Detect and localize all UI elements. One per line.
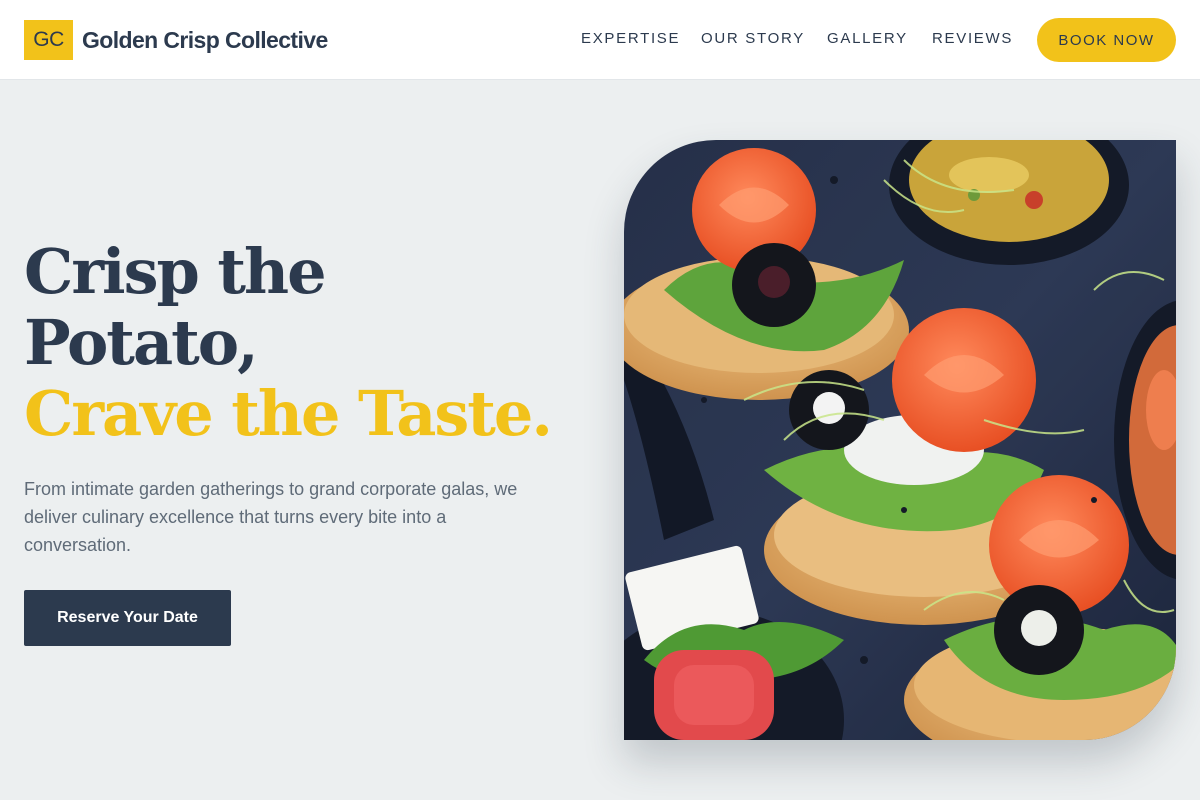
- hero-title-accent: Crave the Taste.: [24, 377, 553, 450]
- hero-food-photo: [624, 140, 1176, 740]
- nav-link-our-story[interactable]: OUR STORY: [701, 30, 805, 48]
- brand-name: Golden Crisp Collective: [82, 26, 328, 53]
- brand[interactable]: GC Golden Crisp Collective: [24, 20, 328, 60]
- hero-title-line-2: Potato,: [24, 306, 259, 379]
- hero-title-line-1: Crisp the: [24, 235, 327, 308]
- top-navbar: GC Golden Crisp Collective EXPERTISE OUR…: [0, 0, 1200, 80]
- nav-link-gallery[interactable]: GALLERY: [827, 30, 908, 48]
- nav-link-reviews[interactable]: REVIEWS: [932, 30, 1013, 48]
- reserve-your-date-button[interactable]: Reserve Your Date: [24, 590, 231, 646]
- nav-link-expertise[interactable]: EXPERTISE: [581, 30, 680, 48]
- book-now-button[interactable]: BOOK NOW: [1037, 18, 1176, 62]
- brand-logo: GC: [24, 20, 73, 60]
- canape-platter-illustration: [624, 140, 1176, 740]
- hero-description: From intimate garden gatherings to grand…: [24, 479, 518, 555]
- hero-title: Crisp the Potato, Crave the Taste.: [24, 235, 553, 450]
